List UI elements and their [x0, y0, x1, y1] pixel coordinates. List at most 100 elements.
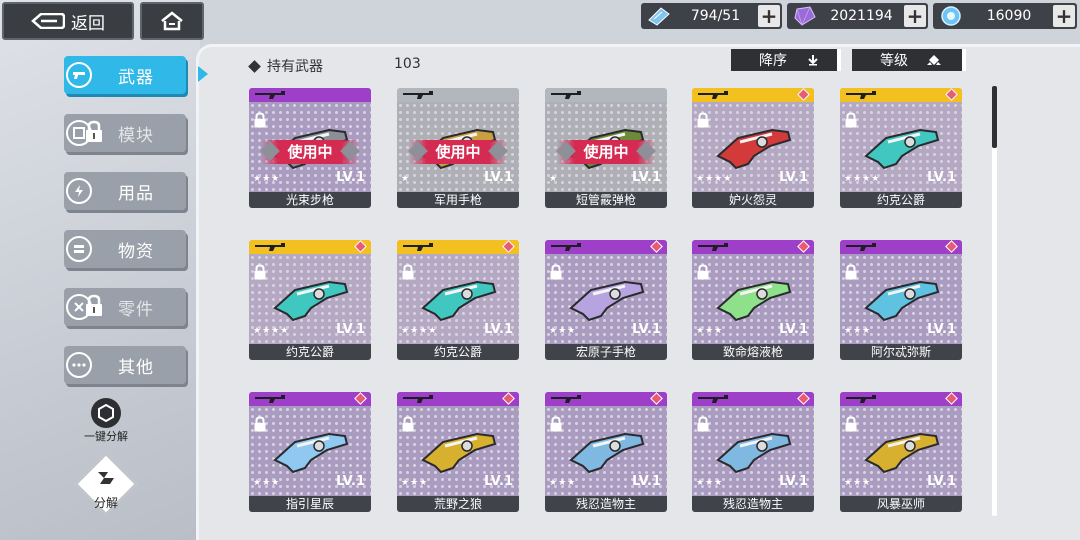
star-rating: ★★★ [401, 478, 429, 488]
bullet-diamond-icon [248, 59, 261, 73]
weapon-card[interactable]: ★★★ LV.1 宏原子手枪 [545, 240, 667, 360]
badge-diamond-left [408, 141, 428, 161]
weapon-type-icon [255, 395, 285, 403]
sort-by-level-button[interactable]: 等级 [852, 49, 966, 71]
star-rating: ★★★★ [253, 326, 290, 336]
weapon-level: LV.1 [484, 170, 513, 185]
lock-icon [550, 264, 562, 280]
quick-decompose-button[interactable]: 一键分解 [80, 398, 132, 444]
weapon-image [569, 432, 645, 474]
weapon-card[interactable]: ★★★ LV.1 指引星辰 [249, 392, 371, 512]
sidebar-item-label: 物资 [118, 241, 154, 262]
weapon-name: 短管霰弹枪 [545, 192, 667, 208]
add-crystal-button[interactable]: + [904, 5, 926, 27]
weapon-type-icon [551, 395, 581, 403]
sidebar-item-label: 武器 [118, 67, 154, 88]
weapon-type-icon [846, 243, 876, 251]
crystal-value: 2021194 [830, 8, 893, 24]
weapon-card[interactable]: ★★★ LV.1 荒野之狼 [397, 392, 519, 512]
weapon-card[interactable]: ★★★ LV.1 光束步枪 使用中 [249, 88, 371, 208]
lock-icon [845, 416, 857, 432]
sidebar-item-modules[interactable]: 模块 [64, 114, 186, 152]
star-rating: ★★★ [549, 326, 577, 336]
star-rating: ★★★ [696, 478, 724, 488]
star-rating: ★★★ [844, 478, 872, 488]
sidebar-item-label: 模块 [118, 125, 154, 146]
weapon-card[interactable]: ★★★★ LV.1 妒火怨灵 [692, 88, 814, 208]
weapon-type-icon [698, 395, 728, 403]
weapon-name: 阿尔忒弥斯 [840, 344, 962, 360]
weapon-type-icon [255, 91, 285, 99]
weapon-card[interactable]: ★★★ LV.1 阿尔忒弥斯 [840, 240, 962, 360]
sort-order-label: 降序 [759, 53, 787, 69]
weapon-type-icon [551, 243, 581, 251]
badge-diamond-left [260, 141, 280, 161]
weapon-level: LV.1 [632, 474, 661, 489]
back-arrow-icon [31, 13, 65, 29]
ticket-value: 794/51 [690, 8, 741, 24]
weapon-level: LV.1 [336, 170, 365, 185]
energy-value: 16090 [986, 8, 1032, 24]
weapon-level: LV.1 [927, 474, 956, 489]
weapon-card[interactable]: ★★★★ LV.1 约克公爵 [249, 240, 371, 360]
scrollbar-track[interactable] [992, 86, 997, 516]
in-use-label: 使用中 [435, 143, 481, 161]
back-label: 返回 [71, 13, 105, 34]
sidebar-item-label: 用品 [118, 183, 154, 204]
weapon-type-icon [403, 243, 433, 251]
decompose-button[interactable]: 分解 [74, 452, 138, 518]
lock-icon [845, 264, 857, 280]
lock-icon [86, 120, 102, 142]
energy-orb-icon [933, 3, 969, 29]
badge-diamond-left [556, 141, 576, 161]
weapon-level: LV.1 [632, 322, 661, 337]
back-button[interactable]: 返回 [2, 2, 134, 40]
weapon-name: 约克公爵 [249, 344, 371, 360]
weapon-card[interactable]: ★★★★ LV.1 约克公爵 [397, 240, 519, 360]
weapon-name: 致命熔液枪 [692, 344, 814, 360]
sidebar-item-parts[interactable]: 零件 [64, 288, 186, 326]
home-icon [161, 11, 183, 31]
weapon-type-icon [698, 91, 728, 99]
in-use-badge: 使用中 [556, 140, 656, 164]
in-use-badge: 使用中 [408, 140, 508, 164]
weapon-name: 风暴巫师 [840, 496, 962, 512]
weapon-type-icon [698, 243, 728, 251]
weapon-level: LV.1 [779, 322, 808, 337]
sidebar-item-other[interactable]: 其他 [64, 346, 186, 384]
weapon-card[interactable]: ★★★★ LV.1 约克公爵 [840, 88, 962, 208]
scrollbar-thumb[interactable] [992, 86, 997, 148]
star-rating: ★★★★ [844, 174, 881, 184]
owned-weapons-count: 103 [394, 56, 421, 72]
weapon-card[interactable]: ★ LV.1 军用手枪 使用中 [397, 88, 519, 208]
level-icon [927, 55, 941, 65]
add-energy-button[interactable]: + [1053, 5, 1075, 27]
star-rating: ★★★ [844, 326, 872, 336]
weapon-image [864, 432, 940, 474]
owned-weapons-heading: 持有武器 [248, 56, 323, 76]
sidebar-item-weapons[interactable]: 武器 [64, 56, 186, 94]
supplies-icon [66, 236, 92, 262]
weapon-name: 荒野之狼 [397, 496, 519, 512]
weapon-level: LV.1 [632, 170, 661, 185]
star-rating: ★★★★ [401, 326, 438, 336]
sort-order-button[interactable]: 降序 [731, 49, 841, 71]
weapon-name: 妒火怨灵 [692, 192, 814, 208]
ticket-resource: 794/51 + [641, 3, 782, 29]
sidebar-item-supplies-use[interactable]: 用品 [64, 172, 186, 210]
add-ticket-button[interactable]: + [758, 5, 780, 27]
weapon-card[interactable]: ★ LV.1 短管霰弹枪 使用中 [545, 88, 667, 208]
weapon-card[interactable]: ★★★ LV.1 致命熔液枪 [692, 240, 814, 360]
lock-icon [550, 416, 562, 432]
decompose-icon [98, 472, 114, 484]
sidebar-item-materials[interactable]: 物资 [64, 230, 186, 268]
sort-down-icon [808, 55, 818, 66]
star-rating: ★★★ [696, 326, 724, 336]
weapon-card[interactable]: ★★★ LV.1 残忍造物主 [692, 392, 814, 512]
weapon-name: 残忍造物主 [545, 496, 667, 512]
home-button[interactable] [140, 2, 204, 40]
weapon-card[interactable]: ★★★ LV.1 残忍造物主 [545, 392, 667, 512]
decompose-label: 分解 [93, 496, 118, 510]
weapon-card[interactable]: ★★★ LV.1 风暴巫师 [840, 392, 962, 512]
weapon-image [569, 280, 645, 322]
